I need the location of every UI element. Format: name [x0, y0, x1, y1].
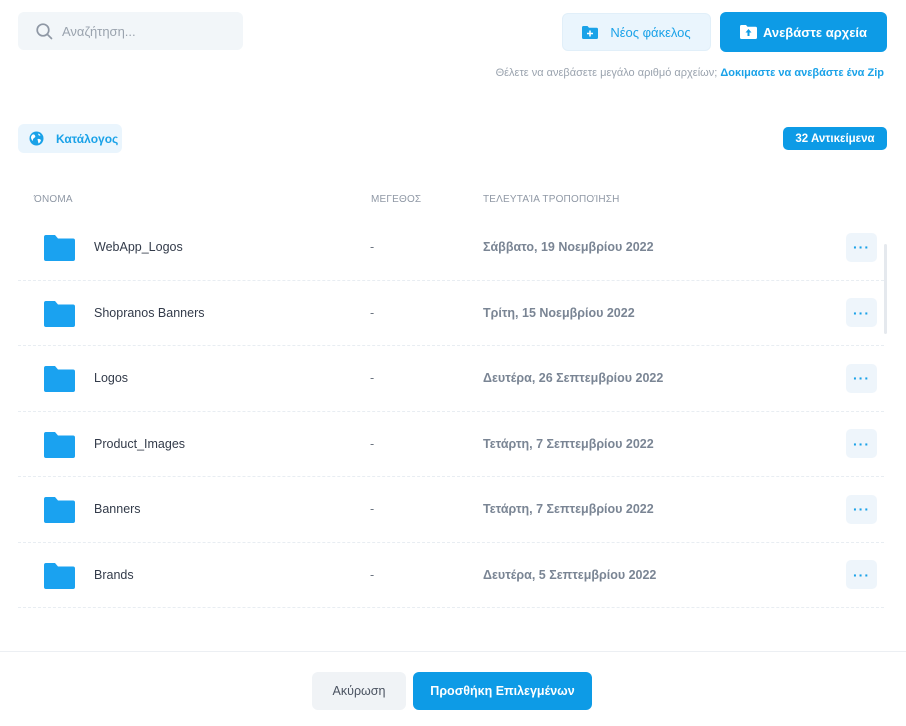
folder-modified-date: Σάββατο, 19 Νοεμβρίου 2022: [483, 240, 654, 255]
folder-size: -: [370, 567, 375, 582]
folder-icon: [44, 366, 75, 392]
globe-icon: [29, 131, 44, 146]
upload-files-button[interactable]: Ανεβάστε αρχεία: [720, 12, 887, 52]
item-count-badge: 32 Αντικείμενα: [783, 127, 887, 150]
folder-modified-date: Τετάρτη, 7 Σεπτεμβρίου 2022: [483, 436, 654, 451]
folder-icon: [44, 497, 75, 523]
cancel-button[interactable]: Ακύρωση: [312, 672, 406, 710]
search-box[interactable]: [18, 12, 243, 50]
folder-size: -: [370, 240, 375, 255]
folder-list: WebApp_Logos - Σάββατο, 19 Νοεμβρίου 202…: [18, 215, 884, 608]
table-row[interactable]: Brands - Δευτέρα, 5 Σεπτεμβρίου 2022 ···: [18, 543, 884, 608]
new-folder-label: Νέος φάκελος: [610, 24, 691, 40]
folder-icon: [44, 562, 75, 589]
folder-modified-date: Δευτέρα, 26 Σεπτεμβρίου 2022: [483, 371, 664, 386]
footer-divider: [0, 651, 906, 652]
table-row[interactable]: Banners - Τετάρτη, 7 Σεπτεμβρίου 2022 ··…: [18, 477, 884, 543]
folder-modified-date: Δευτέρα, 5 Σεπτεμβρίου 2022: [483, 567, 657, 582]
folder-size: -: [370, 436, 375, 451]
folder-icon: [44, 300, 75, 327]
folder-name[interactable]: Brands: [94, 568, 134, 582]
more-options-button[interactable]: ···: [846, 298, 877, 328]
new-folder-button[interactable]: Νέος φάκελος: [562, 13, 711, 51]
breadcrumb[interactable]: Κατάλογος: [18, 124, 122, 153]
table-row[interactable]: Product_Images - Τετάρτη, 7 Σεπτεμβρίου …: [18, 412, 884, 477]
more-options-button[interactable]: ···: [846, 494, 877, 524]
folder-name[interactable]: Banners: [94, 502, 141, 516]
folder-name[interactable]: Shopranos Banners: [94, 306, 205, 320]
zip-upload-link[interactable]: Δοκιμαστε να ανεβάστε ένα Zip: [720, 67, 884, 79]
breadcrumb-label: Κατάλογος: [56, 131, 119, 146]
more-options-button[interactable]: ···: [846, 363, 877, 393]
folder-icon: [44, 235, 75, 261]
upload-hint: Θέλετε να ανεβάσετε μεγάλο αριθμό αρχείω…: [496, 67, 884, 79]
table-row[interactable]: Logos - Δευτέρα, 26 Σεπτεμβρίου 2022 ···: [18, 346, 884, 412]
folder-size: -: [370, 371, 375, 386]
folder-name[interactable]: WebApp_Logos: [94, 240, 183, 254]
table-row[interactable]: WebApp_Logos - Σάββατο, 19 Νοεμβρίου 202…: [18, 215, 884, 281]
table-row[interactable]: Shopranos Banners - Τρίτη, 15 Νοεμβρίου …: [18, 281, 884, 346]
scrollbar[interactable]: [884, 244, 887, 334]
upload-files-label: Ανεβάστε αρχεία: [763, 24, 867, 40]
search-input[interactable]: [62, 23, 232, 39]
folder-name[interactable]: Product_Images: [94, 437, 185, 451]
folder-plus-icon: [582, 25, 599, 39]
folder-name[interactable]: Logos: [94, 371, 128, 385]
more-options-button[interactable]: ···: [846, 560, 877, 590]
upload-hint-text: Θέλετε να ανεβάσετε μεγάλο αριθμό αρχείω…: [495, 67, 721, 79]
add-selected-button[interactable]: Προσθήκη Επιλεγμένων: [413, 672, 592, 710]
upload-folder-icon: [740, 25, 757, 39]
folder-size: -: [370, 305, 375, 320]
column-header-name[interactable]: ΌΝΟΜΑ: [34, 194, 73, 205]
column-header-modified[interactable]: ΤΕΛΕΥΤΑΊΑ ΤΡΟΠΟΠΟΊΗΣΗ: [483, 194, 620, 205]
folder-modified-date: Τετάρτη, 7 Σεπτεμβρίου 2022: [483, 502, 654, 517]
search-icon: [36, 22, 53, 39]
folder-modified-date: Τρίτη, 15 Νοεμβρίου 2022: [483, 305, 635, 320]
folder-icon: [44, 431, 75, 458]
column-header-size[interactable]: ΜΕΓΕΘΟΣ: [371, 194, 421, 205]
folder-size: -: [370, 502, 375, 517]
more-options-button[interactable]: ···: [846, 429, 877, 459]
more-options-button[interactable]: ···: [846, 232, 877, 262]
